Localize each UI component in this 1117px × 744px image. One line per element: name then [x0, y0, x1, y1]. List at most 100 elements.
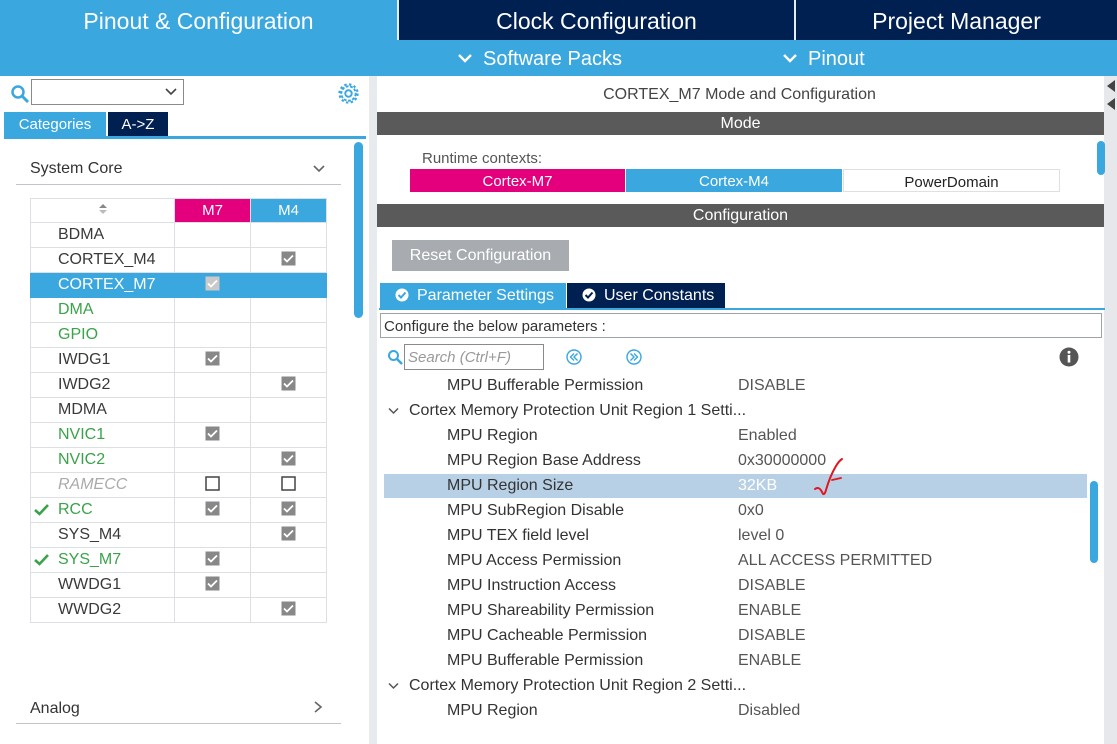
- gear-icon[interactable]: [337, 82, 360, 105]
- info-icon[interactable]: [1059, 347, 1079, 367]
- parameter-value[interactable]: DISABLE: [738, 624, 806, 648]
- tab-project-manager[interactable]: Project Manager: [796, 0, 1117, 40]
- peripheral-m7-cell[interactable]: [174, 247, 251, 273]
- chevron-right-icon[interactable]: [313, 700, 323, 714]
- left-scrollbar-thumb[interactable]: [354, 142, 363, 318]
- checkbox-checked-icon[interactable]: [205, 551, 220, 566]
- tab-categories[interactable]: Categories: [4, 112, 106, 137]
- peripheral-m7-cell[interactable]: [174, 272, 251, 298]
- parameter-value[interactable]: Disabled: [738, 699, 800, 723]
- checkbox-checked-icon[interactable]: [281, 501, 296, 516]
- peripheral-name-cell[interactable]: CORTEX_M4: [30, 247, 175, 273]
- search-icon[interactable]: [387, 349, 403, 365]
- tab-pinout-configuration[interactable]: Pinout & Configuration: [0, 0, 397, 40]
- tab-parameter-settings[interactable]: Parameter Settings: [380, 283, 566, 308]
- menu-pinout[interactable]: Pinout: [782, 40, 865, 76]
- parameter-row[interactable]: MPU Cacheable Permission DISABLE: [384, 624, 1087, 648]
- next-icon[interactable]: [626, 349, 642, 365]
- parameter-row[interactable]: MPU Access Permission ALL ACCESS PERMITTE…: [384, 549, 1087, 573]
- peripheral-row[interactable]: MDMA: [30, 397, 327, 423]
- peripheral-m4-cell[interactable]: [250, 472, 327, 498]
- peripheral-m4-cell[interactable]: [250, 347, 327, 373]
- peripheral-row[interactable]: CORTEX_M7: [30, 272, 327, 298]
- peripheral-m4-cell[interactable]: [250, 547, 327, 573]
- peripheral-m7-cell[interactable]: [174, 297, 251, 323]
- checkbox-empty-icon[interactable]: [205, 476, 220, 491]
- peripheral-m7-cell[interactable]: [174, 447, 251, 473]
- parameter-row[interactable]: MPU Bufferable Permission ENABLE: [384, 649, 1087, 673]
- peripheral-name-cell[interactable]: SYS_M7: [30, 547, 175, 573]
- peripheral-name-cell[interactable]: IWDG2: [30, 372, 175, 398]
- peripheral-row[interactable]: NVIC2: [30, 447, 327, 473]
- parameter-row[interactable]: MPU SubRegion Disable 0x0: [384, 499, 1087, 523]
- peripheral-row[interactable]: NVIC1: [30, 422, 327, 448]
- parameter-row[interactable]: MPU Instruction Access DISABLE: [384, 574, 1087, 598]
- checkbox-checked-icon[interactable]: [281, 526, 296, 541]
- peripheral-m4-cell[interactable]: [250, 272, 327, 298]
- parameter-row[interactable]: MPU TEX field level level 0: [384, 524, 1087, 548]
- parameter-value[interactable]: DISABLE: [738, 374, 806, 398]
- search-combobox[interactable]: [31, 79, 184, 105]
- context-cortex-m7[interactable]: Cortex-M7: [410, 169, 625, 192]
- checkbox-checked-icon[interactable]: [205, 576, 220, 591]
- collapse-arrow-icon[interactable]: [1107, 80, 1115, 92]
- parameter-group-row[interactable]: Cortex Memory Protection Unit Region 2 S…: [384, 674, 1087, 698]
- peripheral-m4-cell[interactable]: [250, 297, 327, 323]
- search-icon[interactable]: [10, 84, 30, 104]
- column-header-m4[interactable]: M4: [250, 198, 327, 223]
- sort-header[interactable]: [30, 198, 175, 223]
- parameter-search-input[interactable]: Search (Ctrl+F): [404, 344, 544, 370]
- peripheral-m4-cell[interactable]: [250, 497, 327, 523]
- peripheral-name-cell[interactable]: MDMA: [30, 397, 175, 423]
- peripheral-m4-cell[interactable]: [250, 397, 327, 423]
- prev-icon[interactable]: [566, 349, 582, 365]
- checkbox-empty-icon[interactable]: [281, 476, 296, 491]
- group-title-analog[interactable]: Analog: [30, 700, 80, 718]
- peripheral-m7-cell[interactable]: [174, 497, 251, 523]
- mode-scrollbar-thumb[interactable]: [1097, 141, 1105, 175]
- peripheral-name-cell[interactable]: WWDG1: [30, 572, 175, 598]
- peripheral-name-cell[interactable]: NVIC1: [30, 422, 175, 448]
- peripheral-name-cell[interactable]: DMA: [30, 297, 175, 323]
- peripheral-m4-cell[interactable]: [250, 522, 327, 548]
- peripheral-m7-cell[interactable]: [174, 572, 251, 598]
- peripheral-m7-cell[interactable]: [174, 472, 251, 498]
- tab-clock-configuration[interactable]: Clock Configuration: [399, 0, 794, 40]
- peripheral-m4-cell[interactable]: [250, 222, 327, 248]
- peripheral-m7-cell[interactable]: [174, 222, 251, 248]
- peripheral-m7-cell[interactable]: [174, 322, 251, 348]
- peripheral-m4-cell[interactable]: [250, 447, 327, 473]
- peripheral-m7-cell[interactable]: [174, 597, 251, 623]
- parameter-row[interactable]: MPU Region Base Address 0x30000000: [384, 449, 1087, 473]
- checkbox-checked-icon[interactable]: [205, 276, 220, 291]
- chevron-down-icon[interactable]: [388, 407, 399, 415]
- parameter-row[interactable]: MPU Bufferable Permission DISABLE: [384, 374, 1087, 398]
- context-cortex-m4[interactable]: Cortex-M4: [626, 169, 842, 192]
- parameter-row[interactable]: MPU Region Enabled: [384, 424, 1087, 448]
- peripheral-row[interactable]: WWDG2: [30, 597, 327, 623]
- peripheral-m4-cell[interactable]: [250, 572, 327, 598]
- chevron-down-icon[interactable]: [312, 164, 326, 174]
- peripheral-row[interactable]: CORTEX_M4: [30, 247, 327, 273]
- peripheral-row[interactable]: DMA: [30, 297, 327, 323]
- peripheral-m4-cell[interactable]: [250, 372, 327, 398]
- checkbox-checked-icon[interactable]: [205, 351, 220, 366]
- peripheral-name-cell[interactable]: GPIO: [30, 322, 175, 348]
- parameter-scrollbar-thumb[interactable]: [1090, 481, 1098, 563]
- peripheral-row[interactable]: WWDG1: [30, 572, 327, 598]
- peripheral-m7-cell[interactable]: [174, 347, 251, 373]
- peripheral-row[interactable]: IWDG2: [30, 372, 327, 398]
- peripheral-name-cell[interactable]: WWDG2: [30, 597, 175, 623]
- peripheral-row[interactable]: RAMECC: [30, 472, 327, 498]
- checkbox-checked-icon[interactable]: [205, 501, 220, 516]
- chevron-down-icon[interactable]: [388, 682, 399, 690]
- collapse-arrow-icon[interactable]: [1107, 98, 1115, 110]
- parameter-row[interactable]: MPU Region Disabled: [384, 699, 1087, 723]
- parameter-value[interactable]: 0x0: [738, 499, 764, 523]
- tab-a-z[interactable]: A->Z: [108, 112, 168, 137]
- reset-configuration-button[interactable]: Reset Configuration: [392, 240, 569, 271]
- context-powerdomain[interactable]: PowerDomain: [843, 169, 1060, 192]
- peripheral-m4-cell[interactable]: [250, 247, 327, 273]
- peripheral-name-cell[interactable]: CORTEX_M7: [30, 272, 175, 298]
- peripheral-name-cell[interactable]: RAMECC: [30, 472, 175, 498]
